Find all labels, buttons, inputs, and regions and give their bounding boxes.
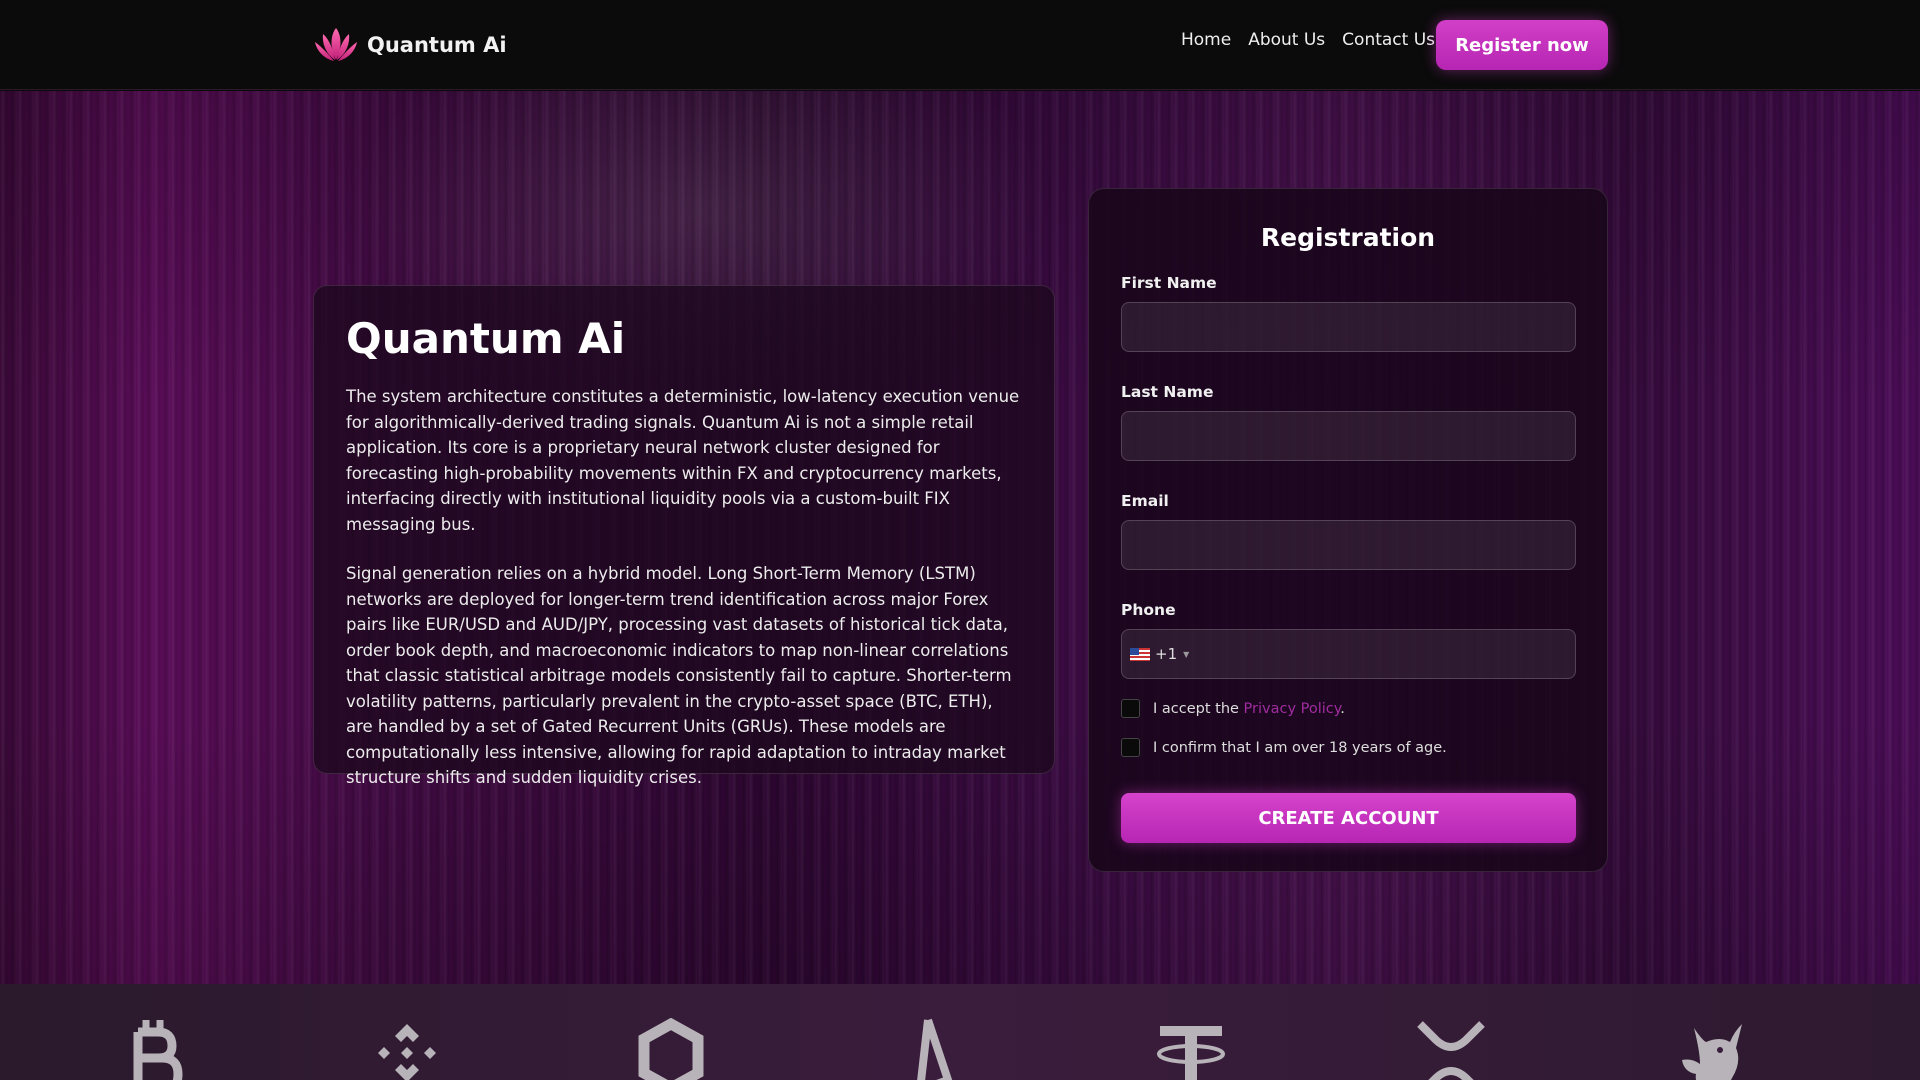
- email-input[interactable]: [1121, 520, 1576, 570]
- privacy-row: I accept the Privacy Policy.: [1121, 699, 1575, 718]
- last-name-input[interactable]: [1121, 411, 1576, 461]
- info-paragraph-1: The system architecture constitutes a de…: [346, 387, 1020, 534]
- bitcoin-icon: [133, 1020, 183, 1080]
- privacy-checkbox[interactable]: [1121, 699, 1140, 718]
- age-confirm-text: I confirm that I am over 18 years of age…: [1153, 739, 1447, 756]
- crypto-logo-strip: [0, 984, 1920, 1080]
- phone-field: +1 ▼: [1121, 629, 1576, 679]
- chainlink-icon: [638, 1018, 704, 1080]
- first-name-input[interactable]: [1121, 302, 1576, 352]
- email-label: Email: [1121, 492, 1169, 510]
- age-checkbox[interactable]: [1121, 738, 1140, 757]
- info-paragraph-2: Signal generation relies on a hybrid mod…: [346, 564, 1012, 788]
- binance-icon: [378, 1024, 436, 1080]
- brand-logo[interactable]: Quantum Ai: [313, 26, 507, 64]
- last-name-label: Last Name: [1121, 383, 1214, 401]
- tron-icon: [917, 1018, 953, 1080]
- nav-about-link[interactable]: About Us: [1248, 30, 1325, 50]
- nav-home-link[interactable]: Home: [1181, 30, 1231, 50]
- registration-title: Registration: [1260, 223, 1436, 252]
- site-header: Quantum Ai Home About Us Contact Us Regi…: [0, 0, 1920, 90]
- privacy-suffix: .: [1340, 700, 1345, 717]
- register-now-button[interactable]: Register now: [1436, 20, 1608, 70]
- info-title: Quantum Ai: [346, 314, 626, 363]
- country-code-selector[interactable]: +1 ▼: [1130, 645, 1189, 663]
- main-nav: Home About Us Contact Us: [1181, 30, 1452, 50]
- create-account-button[interactable]: CREATE ACCOUNT: [1121, 793, 1576, 843]
- us-flag-icon: [1130, 647, 1150, 661]
- privacy-policy-link[interactable]: Privacy Policy: [1244, 701, 1341, 717]
- xrp-icon: [1417, 1021, 1485, 1080]
- uniswap-icon: [1682, 1024, 1742, 1080]
- registration-card: Registration First Name Last Name Email …: [1088, 188, 1608, 872]
- phone-input[interactable]: [1189, 630, 1575, 678]
- brand-name: Quantum Ai: [367, 33, 507, 57]
- nav-contact-link[interactable]: Contact Us: [1342, 30, 1435, 50]
- age-row: I confirm that I am over 18 years of age…: [1121, 738, 1575, 757]
- first-name-label: First Name: [1121, 274, 1217, 292]
- phone-label: Phone: [1121, 601, 1176, 619]
- tether-icon: [1157, 1026, 1225, 1080]
- info-card: Quantum Ai The system architecture const…: [313, 285, 1055, 787]
- privacy-text: I accept the Privacy Policy.: [1153, 701, 1345, 717]
- lotus-icon: [315, 28, 357, 61]
- dial-code: +1: [1155, 645, 1178, 663]
- privacy-prefix: I accept the: [1153, 700, 1244, 717]
